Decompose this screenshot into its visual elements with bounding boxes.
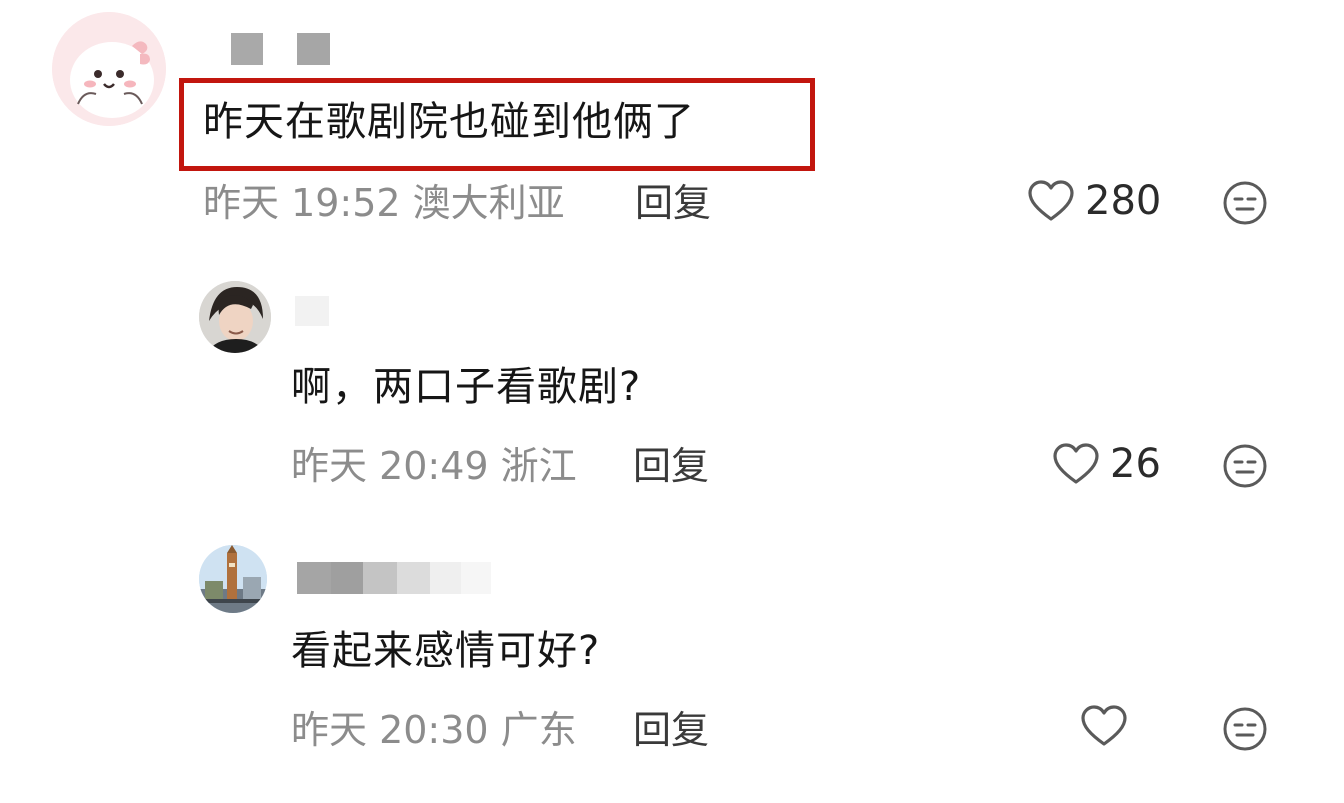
reply-meta: 昨天 20:49 浙江 (291, 444, 577, 488)
reply-text: 啊，两口子看歌剧? (291, 364, 642, 410)
comment-meta: 昨天 19:52 澳大利亚 (203, 181, 565, 225)
person-photo-avatar (199, 281, 271, 353)
reply-meta: 昨天 20:30 广东 (291, 708, 577, 752)
neutral-face-icon[interactable] (1222, 443, 1268, 489)
like-count: 280 (1085, 178, 1162, 224)
commenter-avatar[interactable] (52, 12, 166, 126)
like-button[interactable]: 26 (1052, 440, 1161, 488)
neutral-face-icon[interactable] (1222, 180, 1268, 226)
commenter-name-redacted (231, 33, 330, 65)
like-count: 26 (1110, 441, 1161, 487)
reply-avatar[interactable] (199, 281, 271, 353)
heart-outline-icon (1081, 705, 1127, 746)
reply-button[interactable]: 回复 (635, 179, 711, 227)
reply-avatar[interactable] (199, 545, 267, 613)
tower-photo-avatar (199, 545, 267, 613)
heart-outline-icon (1028, 180, 1074, 221)
reply-button[interactable]: 回复 (633, 442, 709, 490)
like-button[interactable] (1080, 704, 1138, 748)
reply-text: 看起来感情可好? (291, 628, 601, 674)
reply-name-redacted (297, 562, 491, 594)
neutral-face-icon[interactable] (1222, 706, 1268, 752)
reply-button[interactable]: 回复 (633, 706, 709, 754)
highlight-box (179, 78, 815, 171)
like-button[interactable]: 280 (1027, 177, 1161, 225)
cartoon-avatar-icon (52, 12, 166, 126)
reply-name-redacted (295, 296, 329, 326)
heart-outline-icon (1053, 443, 1099, 484)
